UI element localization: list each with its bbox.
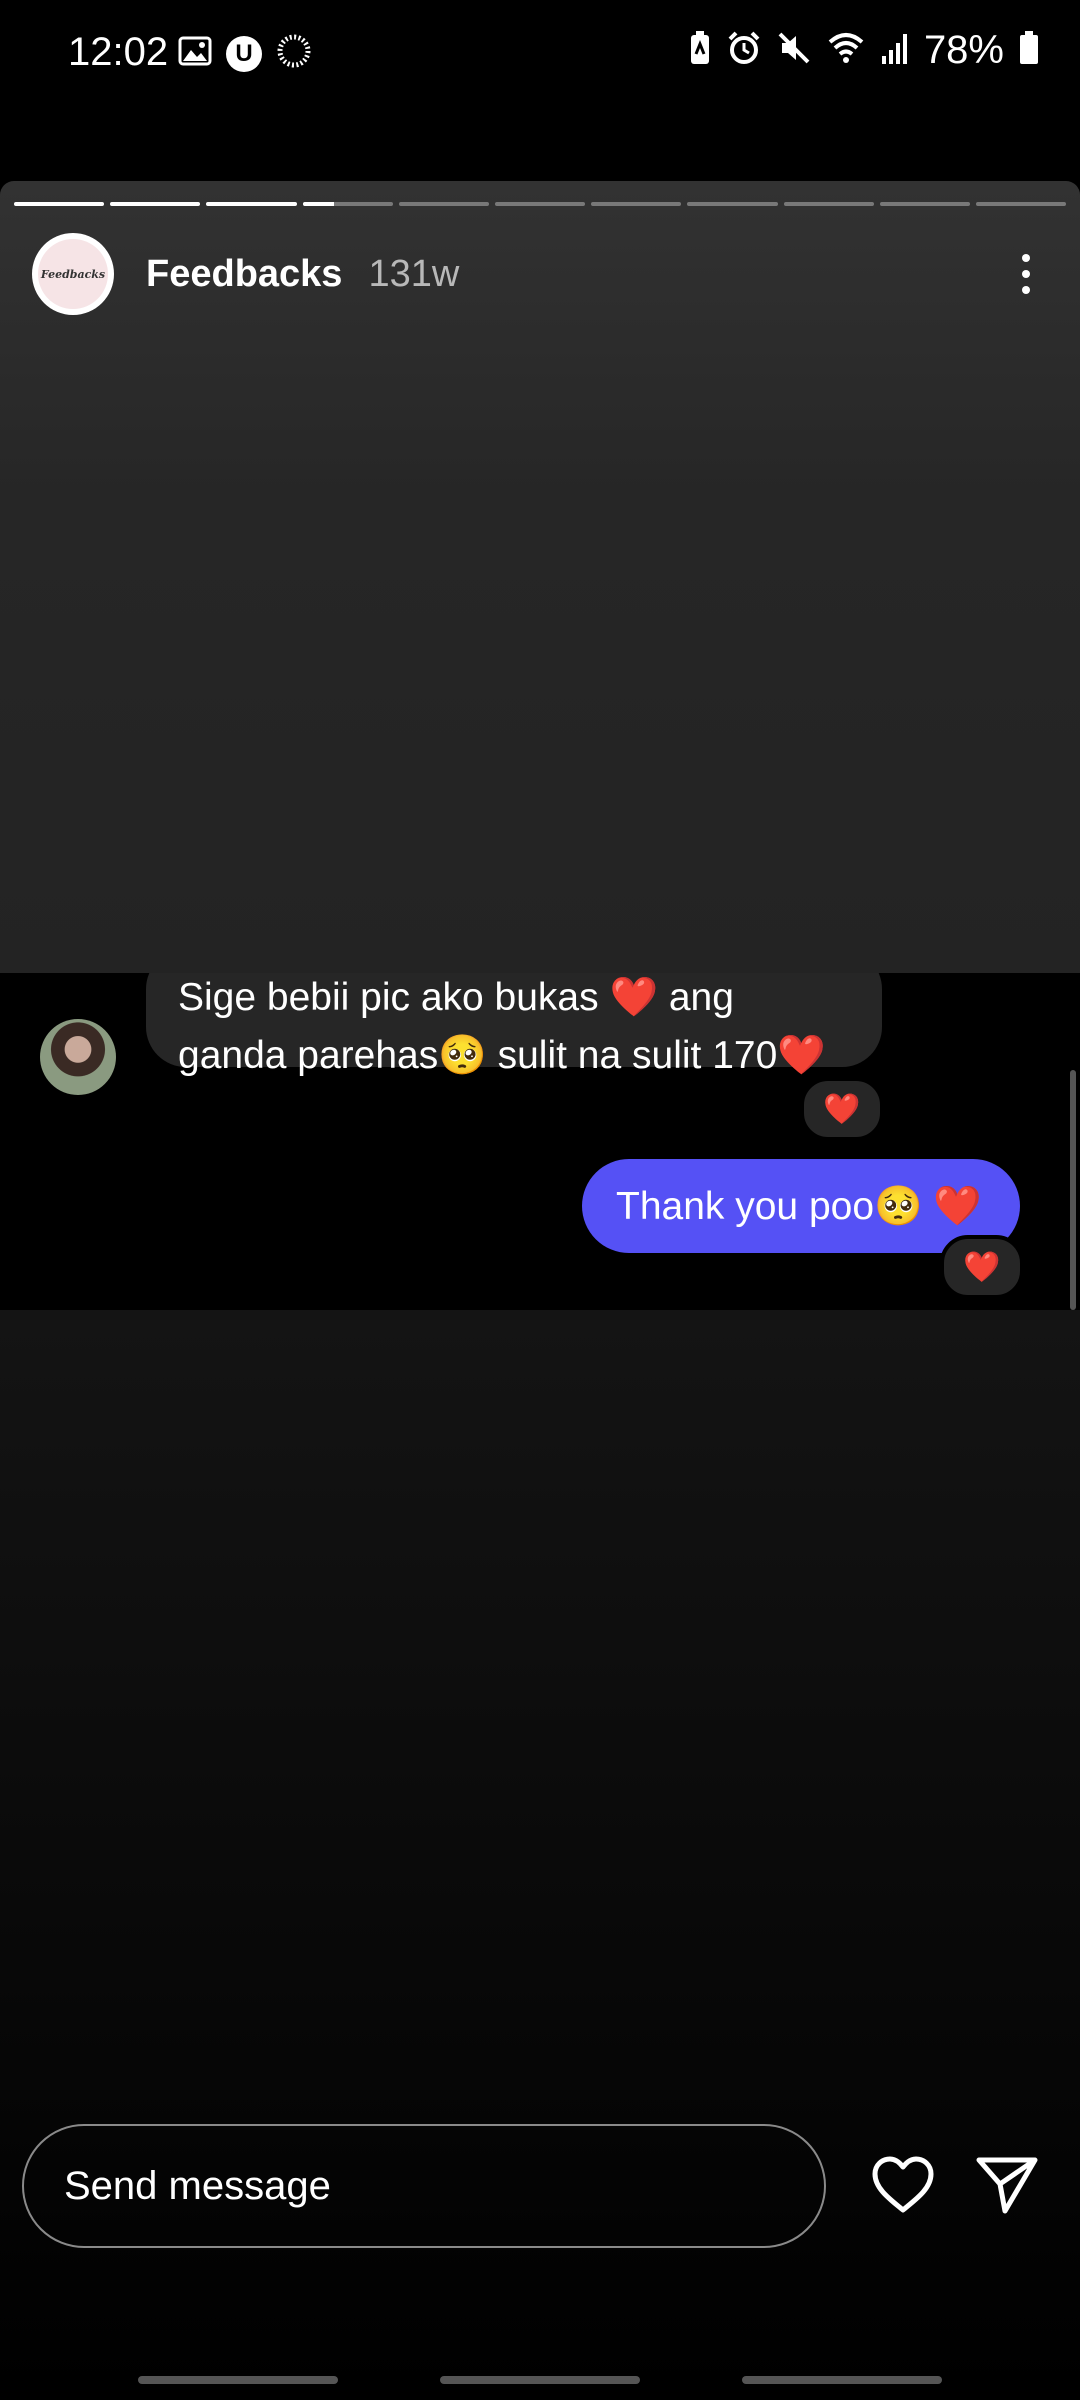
story-progress-segment: [110, 202, 201, 206]
dot-icon: [1022, 286, 1030, 294]
wifi-icon: [826, 30, 866, 71]
mute-icon: [776, 30, 812, 71]
send-button[interactable]: [970, 2150, 1044, 2224]
heart-outline-icon: [871, 2156, 935, 2219]
story-progress-segment: [591, 202, 682, 206]
battery-saver-icon: [688, 30, 712, 71]
outgoing-reaction-badge: ❤️: [940, 1235, 1024, 1299]
status-time: 12:02: [68, 30, 169, 74]
story-progress-segment: [302, 202, 393, 206]
nav-home[interactable]: [440, 2376, 640, 2384]
dot-icon: [1022, 254, 1030, 262]
story-progress-segment: [398, 202, 489, 206]
heart-reaction: ❤️: [963, 1250, 1001, 1284]
story-username[interactable]: Feedbacks: [146, 253, 342, 296]
heart-reaction: ❤️: [823, 1092, 861, 1126]
story-header: Feedbacks Feedbacks 131w: [32, 231, 1056, 317]
story-progress-bar: [14, 202, 1067, 206]
send-message-input[interactable]: Send message: [22, 2124, 826, 2248]
sender-avatar: [40, 1019, 116, 1095]
story-progress-fill: [206, 202, 297, 206]
nav-back[interactable]: [742, 2376, 942, 2384]
incoming-message-line-2: ganda parehas🥺 sulit na sulit 170❤️: [178, 1034, 826, 1077]
story-viewer[interactable]: Feedbacks Feedbacks 131w: [0, 181, 1080, 973]
story-progress-fill: [110, 202, 201, 206]
loading-circle-icon: [276, 33, 312, 74]
signal-icon: [880, 30, 910, 71]
image-icon: [178, 36, 212, 71]
more-options-button[interactable]: [996, 239, 1056, 309]
story-progress-fill: [14, 202, 105, 206]
story-avatar[interactable]: Feedbacks: [32, 233, 114, 315]
incoming-reaction-badge: ❤️: [800, 1077, 884, 1141]
story-time-ago: 131w: [368, 252, 460, 295]
story-progress-segment: [206, 202, 297, 206]
nav-recents[interactable]: [138, 2376, 338, 2384]
send-message-placeholder: Send message: [64, 2163, 331, 2208]
alarm-icon: [726, 30, 762, 71]
outgoing-message-text: Thank you poo🥺 ❤️: [616, 1185, 982, 1228]
incoming-message-bubble: Sige bebii pic ako bukas ❤️ ang ganda pa…: [146, 973, 882, 1077]
story-avatar-text: Feedbacks: [40, 267, 106, 281]
story-avatar-logo: Feedbacks: [38, 239, 108, 309]
incoming-message-line-1: Sige bebii pic ako bukas ❤️ ang: [178, 976, 734, 1019]
story-progress-segment: [783, 202, 874, 206]
status-bar: 12:02 U 78%: [0, 0, 1080, 110]
story-progress-segment: [975, 202, 1067, 206]
status-right-icons: 78%: [688, 28, 1040, 73]
like-button[interactable]: [866, 2150, 940, 2224]
status-left-icons: U: [178, 33, 312, 74]
story-progress-segment: [879, 202, 970, 206]
story-progress-fill: [302, 202, 335, 206]
dot-icon: [1022, 270, 1030, 278]
story-progress-segment: [14, 202, 105, 206]
story-progress-segment: [687, 202, 778, 206]
chat-scrollbar: [1070, 1070, 1076, 1310]
u-badge-icon: U: [226, 35, 262, 72]
battery-icon: [1018, 30, 1040, 71]
paper-plane-icon: [975, 2155, 1039, 2220]
story-progress-segment: [494, 202, 586, 206]
battery-percent: 78%: [923, 28, 1004, 72]
chat-screenshot: Sige bebii pic ako bukas ❤️ ang ganda pa…: [0, 973, 1080, 1310]
